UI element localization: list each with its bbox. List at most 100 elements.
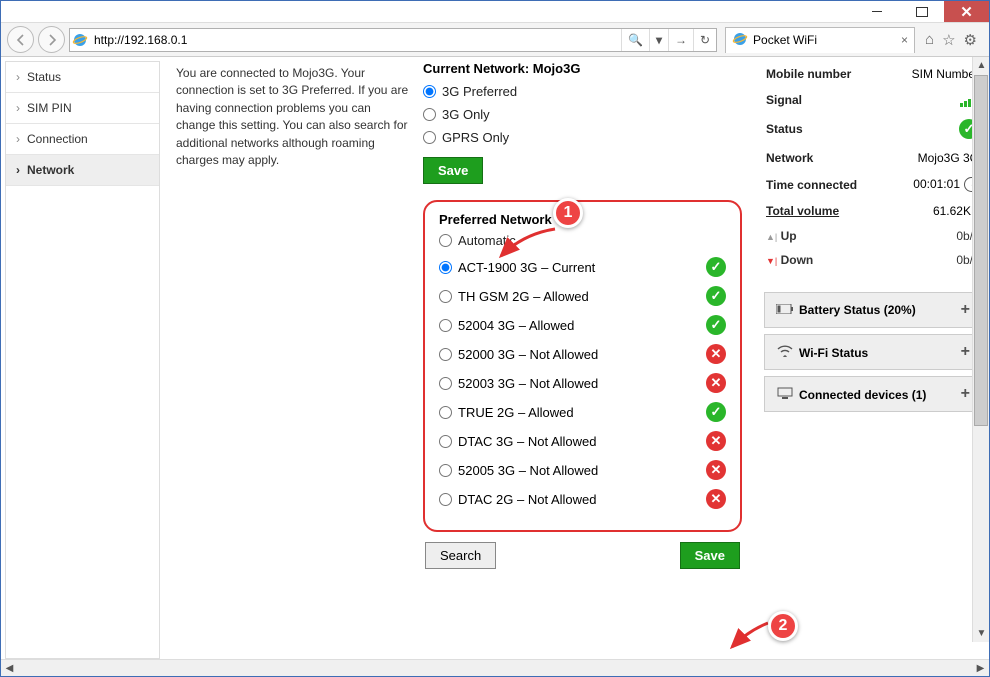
tab-strip: Pocket WiFi × [725, 27, 915, 53]
devices-icon [775, 387, 795, 399]
scroll-right-icon[interactable]: ▶ [972, 660, 989, 677]
expand-icon: + [961, 343, 970, 361]
preferred-network-label: 52005 3G – Not Allowed [458, 463, 598, 478]
accordion-devices[interactable]: Connected devices (1) + [764, 376, 981, 412]
expand-icon: + [961, 385, 970, 403]
accordion-label: Connected devices (1) [799, 388, 926, 402]
network-form: Current Network: Mojo3G 3G Preferred 3G … [415, 61, 750, 659]
tab-pocket-wifi[interactable]: Pocket WiFi × [725, 27, 915, 53]
accordion-wifi[interactable]: Wi-Fi Status + [764, 334, 981, 370]
vertical-scrollbar[interactable]: ▲ ▼ [972, 57, 989, 642]
sidenav-label: Status [27, 70, 61, 84]
tab-close-button[interactable]: × [901, 33, 908, 47]
preferred-network-row: TRUE 2G – Allowed✓ [439, 402, 726, 422]
stat-status-label: Status [766, 122, 803, 136]
refresh-button[interactable]: ↻ [693, 29, 716, 51]
settings-gear-icon[interactable]: ⚙ [964, 31, 977, 49]
radio-3g-only[interactable]: 3G Only [423, 107, 742, 122]
favorites-icon[interactable]: ☆ [942, 31, 955, 49]
preferred-network-radio[interactable]: TH GSM 2G – Allowed [439, 289, 589, 304]
not-allowed-icon: ✕ [706, 373, 726, 393]
stat-mobile-number-label: Mobile number [766, 67, 851, 81]
window-maximize-button[interactable] [899, 1, 944, 22]
help-text: You are connected to Mojo3G. Your connec… [170, 61, 415, 659]
scroll-down-icon[interactable]: ▼ [973, 625, 989, 642]
preferred-network-radio[interactable]: 52005 3G – Not Allowed [439, 463, 598, 478]
preferred-network-row: TH GSM 2G – Allowed ✓ [439, 286, 726, 306]
not-allowed-icon: ✕ [706, 431, 726, 451]
side-nav: ›Status ›SIM PIN ›Connection ›Network [5, 61, 160, 659]
preferred-network-label: TRUE 2G – Allowed [458, 405, 574, 420]
preferred-network-label: TH GSM 2G – Allowed [458, 289, 589, 304]
window-titlebar: ✕ [1, 1, 989, 23]
accordion-label: Wi-Fi Status [799, 346, 868, 360]
annotation-1: 1 [553, 198, 583, 228]
search-dropdown-icon[interactable]: 🔍 [621, 29, 649, 51]
preferred-network-label: 52004 3G – Allowed [458, 318, 574, 333]
save-preferred-button[interactable]: Save [680, 542, 740, 569]
scroll-thumb[interactable] [974, 75, 988, 426]
preferred-network-row: 52005 3G – Not Allowed ✕ [439, 460, 726, 480]
stat-time-label: Time connected [766, 178, 857, 192]
home-icon[interactable]: ⌂ [925, 31, 934, 49]
scroll-up-icon[interactable]: ▲ [973, 57, 989, 74]
window-close-button[interactable]: ✕ [944, 1, 989, 22]
preferred-network-radio[interactable]: 52003 3G – Not Allowed [439, 376, 598, 391]
radio-gprs-only[interactable]: GPRS Only [423, 130, 742, 145]
stat-total-label[interactable]: Total volume [766, 204, 839, 218]
stat-time-value: 00:01:01 [913, 177, 979, 192]
expand-icon: + [961, 301, 970, 319]
preferred-network-radio[interactable]: DTAC 2G – Not Allowed [439, 492, 596, 507]
battery-icon [775, 304, 795, 314]
preferred-network-row: ACT-1900 3G – Current✓ [439, 257, 726, 277]
accordion-battery[interactable]: Battery Status (20%) + [764, 292, 981, 328]
current-network-heading: Current Network: Mojo3G [423, 61, 742, 76]
allowed-icon: ✓ [706, 257, 726, 277]
preferred-network-row: 52004 3G – Allowed✓ [439, 315, 726, 335]
not-allowed-icon: ✕ [706, 489, 726, 509]
not-allowed-icon: ✕ [706, 344, 726, 364]
radio-automatic[interactable]: Automatic [439, 233, 726, 248]
scroll-left-icon[interactable]: ◀ [1, 660, 18, 677]
sidenav-item-network[interactable]: ›Network [6, 155, 159, 186]
stat-signal-label: Signal [766, 93, 802, 107]
go-arrow-icon[interactable]: → [668, 29, 693, 51]
sidenav-label: Network [27, 163, 74, 177]
annotation-arrow-1 [493, 226, 563, 266]
sidenav-item-connection[interactable]: ›Connection [6, 124, 159, 155]
preferred-network-radio[interactable]: DTAC 3G – Not Allowed [439, 434, 596, 449]
sidenav-label: Connection [27, 132, 88, 146]
stat-network-label: Network [766, 151, 813, 165]
nav-back-button[interactable] [7, 26, 34, 53]
nav-forward-button[interactable] [38, 26, 65, 53]
preferred-network-label: DTAC 2G – Not Allowed [458, 492, 596, 507]
page-content: ›Status ›SIM PIN ›Connection ›Network Yo… [1, 57, 989, 659]
preferred-network-row: 52003 3G – Not Allowed ✕ [439, 373, 726, 393]
preferred-network-radio[interactable]: TRUE 2G – Allowed [439, 405, 574, 420]
window-minimize-button[interactable] [854, 1, 899, 22]
toolbar-right-icons: ⌂ ☆ ⚙ [919, 31, 983, 49]
search-networks-button[interactable]: Search [425, 542, 496, 569]
save-current-network-button[interactable]: Save [423, 157, 483, 184]
not-allowed-icon: ✕ [706, 460, 726, 480]
url-input[interactable] [90, 33, 621, 47]
preferred-network-radio[interactable]: 52004 3G – Allowed [439, 318, 574, 333]
radio-3g-preferred[interactable]: 3G Preferred [423, 84, 742, 99]
wifi-icon [775, 345, 795, 357]
sidenav-item-sim-pin[interactable]: ›SIM PIN [6, 93, 159, 124]
sidenav-item-status[interactable]: ›Status [6, 62, 159, 93]
stat-up-label: Up [781, 229, 797, 243]
browser-window: ✕ 🔍 ▾ → ↻ Pocket WiFi × [0, 0, 990, 677]
ie-icon [70, 32, 90, 48]
allowed-icon: ✓ [706, 286, 726, 306]
preferred-network-radio[interactable]: 52000 3G – Not Allowed [439, 347, 598, 362]
radio-label: GPRS Only [442, 130, 509, 145]
addr-dropdown-icon[interactable]: ▾ [649, 29, 668, 51]
preferred-network-panel: Preferred Network Automatic ACT-1900 3G … [423, 200, 742, 532]
preferred-network-label: DTAC 3G – Not Allowed [458, 434, 596, 449]
preferred-network-label: 52003 3G – Not Allowed [458, 376, 598, 391]
preferred-network-label: 52000 3G – Not Allowed [458, 347, 598, 362]
horizontal-scrollbar[interactable]: ◀ ▶ [1, 659, 989, 676]
down-arrow-icon: ▼| [766, 256, 777, 266]
stat-network-value: Mojo3G 3G [918, 151, 979, 165]
